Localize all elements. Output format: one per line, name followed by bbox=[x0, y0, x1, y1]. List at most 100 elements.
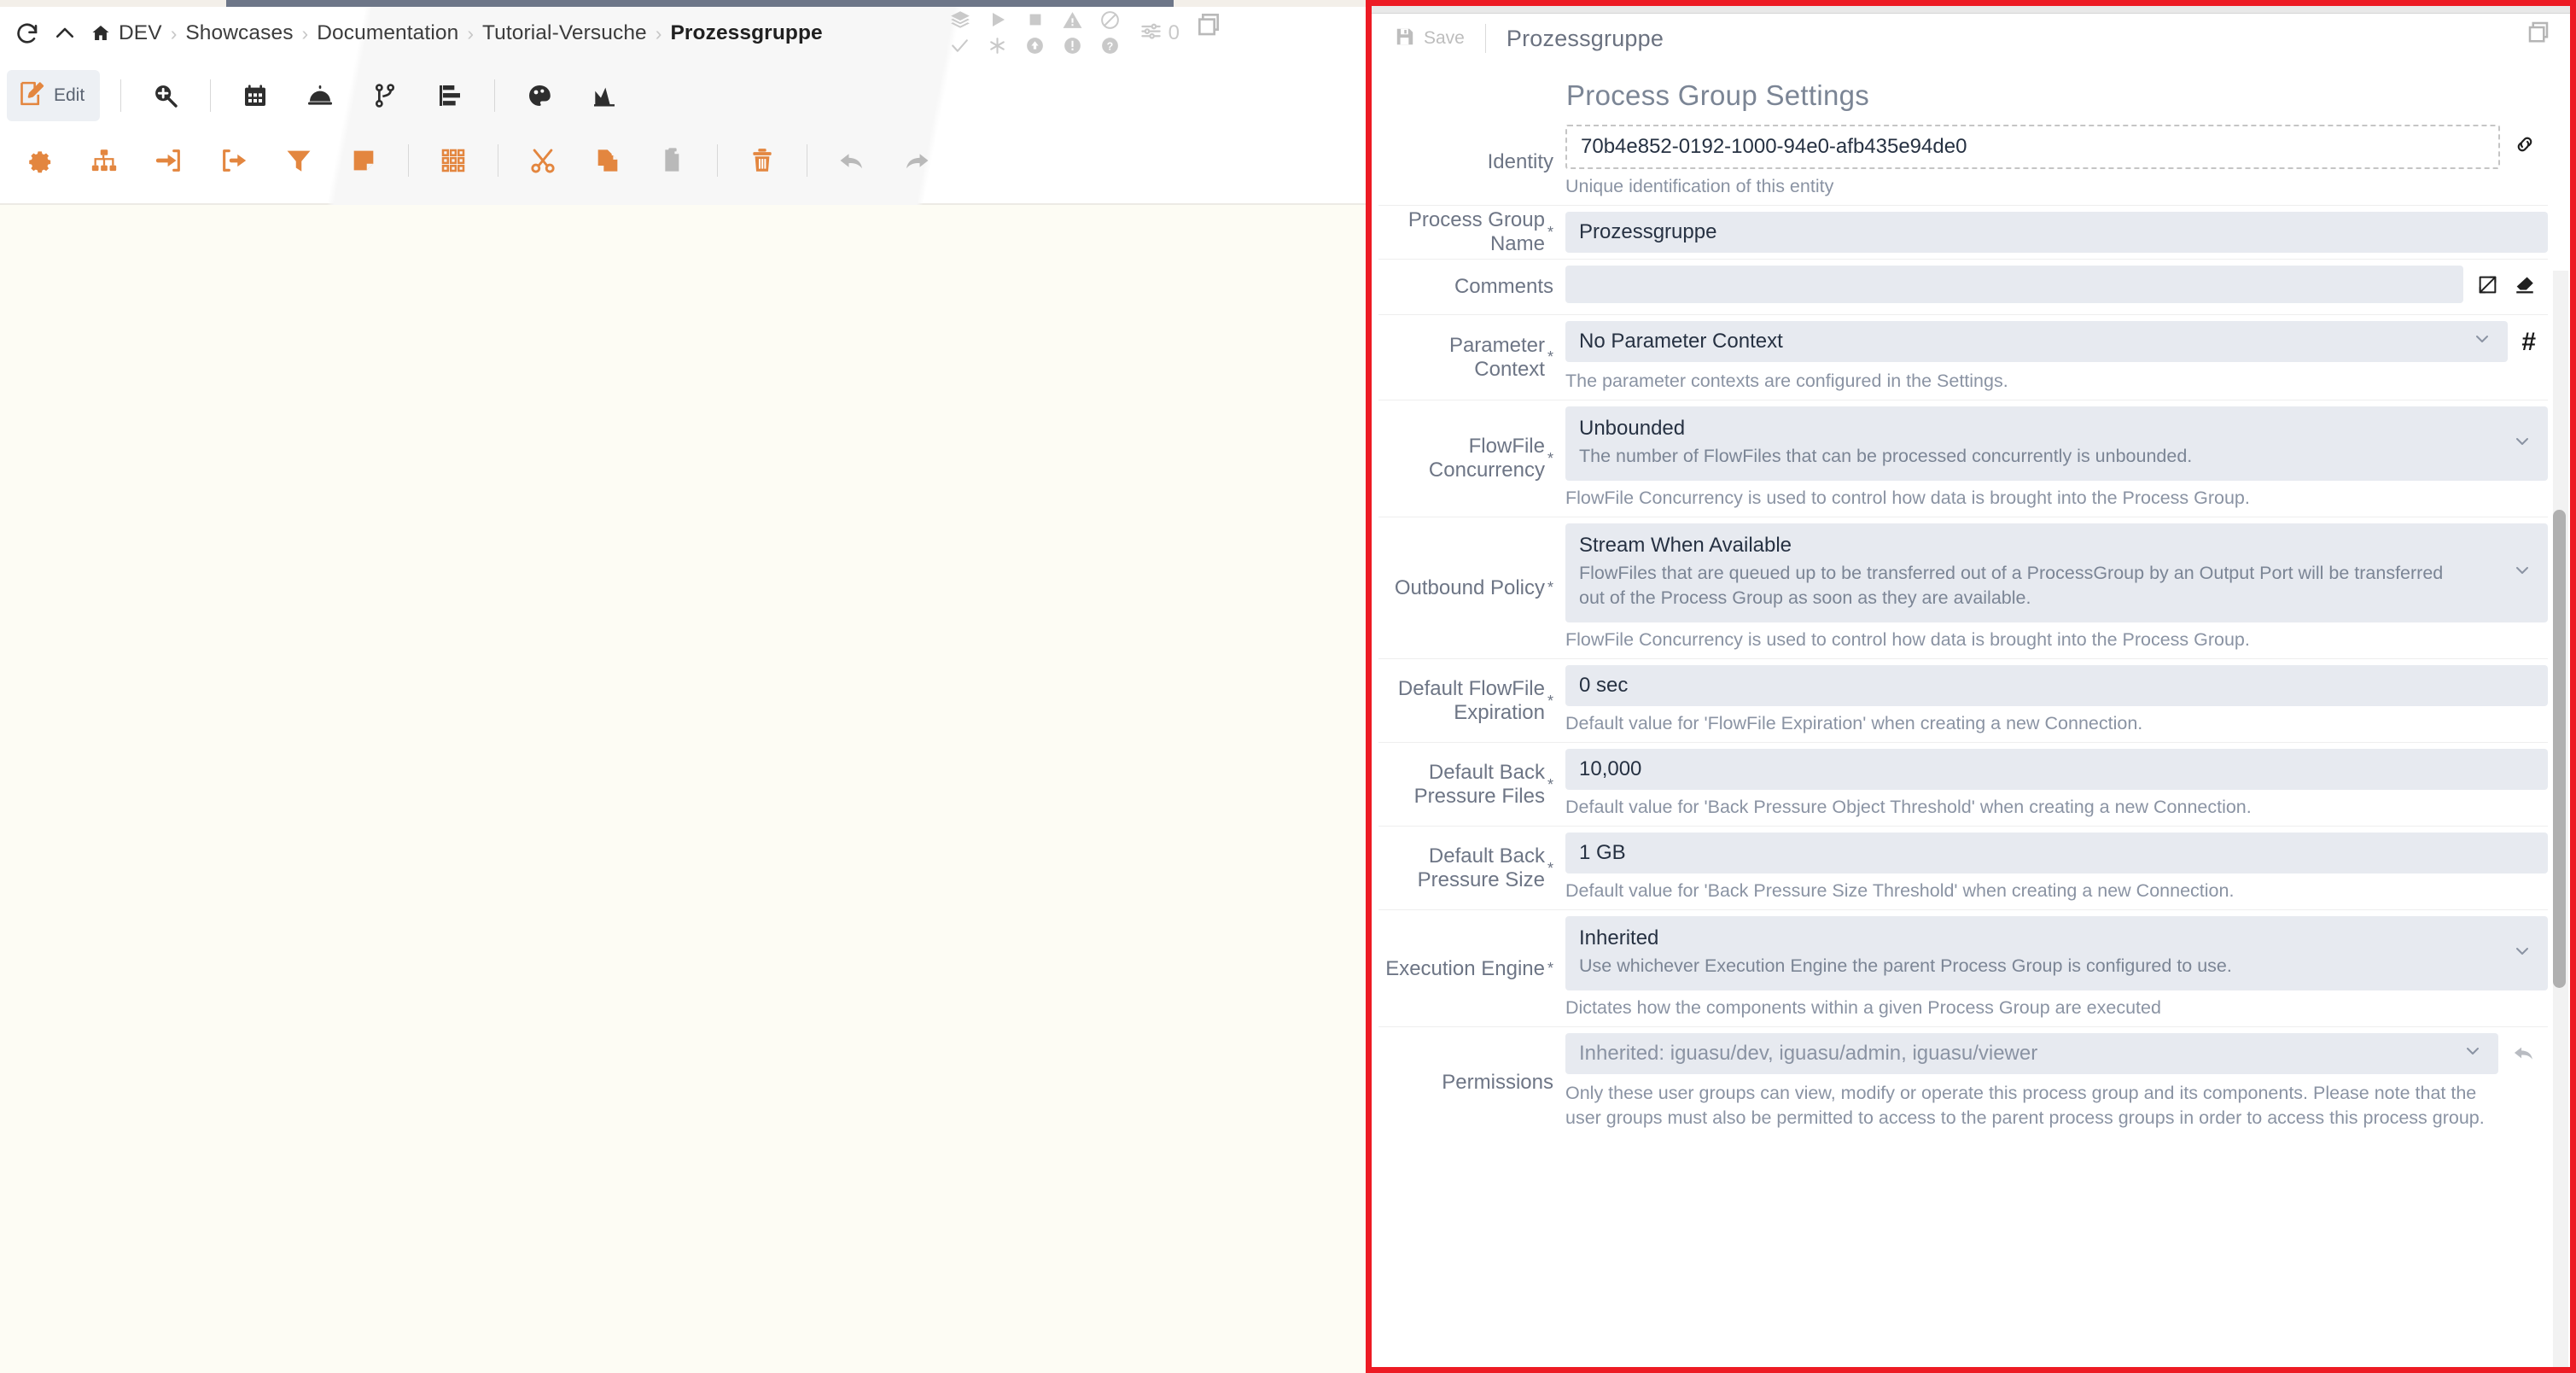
comments-label: Comments bbox=[1378, 260, 1565, 314]
stop-icon bbox=[1026, 10, 1045, 29]
form-row-execution-engine: Execution Engine* Inherited Use whicheve… bbox=[1378, 910, 2548, 1027]
chevron-down-icon bbox=[2462, 1041, 2483, 1067]
default-back-pressure-size-value: 1 GB bbox=[1579, 841, 1626, 865]
execution-engine-value: Inherited bbox=[1579, 926, 2534, 951]
link-icon[interactable] bbox=[2514, 133, 2536, 160]
flowfile-concurrency-select[interactable]: Unbounded The number of FlowFiles that c… bbox=[1565, 406, 2548, 481]
version-control-button[interactable] bbox=[353, 67, 417, 125]
dialog-scrollbar-track[interactable] bbox=[2553, 271, 2568, 1367]
expand-icon[interactable] bbox=[2477, 274, 2498, 300]
alert-icon bbox=[1062, 35, 1083, 56]
execution-engine-select[interactable]: Inherited Use whichever Execution Engine… bbox=[1565, 916, 2548, 990]
redo-button[interactable] bbox=[884, 131, 949, 190]
browser-active-tab[interactable] bbox=[226, 0, 1174, 7]
chevron-up-icon[interactable] bbox=[46, 15, 84, 52]
breadcrumb-item-current[interactable]: Prozessgruppe bbox=[670, 21, 822, 45]
default-back-pressure-size-input[interactable]: 1 GB bbox=[1565, 833, 2548, 873]
input-port-button[interactable] bbox=[137, 131, 201, 190]
output-port-button[interactable] bbox=[201, 131, 266, 190]
page-title: Process Group Settings bbox=[1566, 79, 1869, 112]
outbound-policy-label: Outbound Policy* bbox=[1378, 517, 1565, 658]
disabled-icon bbox=[1099, 9, 1121, 31]
outbound-policy-hint: FlowFile Concurrency is used to control … bbox=[1565, 628, 2548, 652]
breadcrumb-separator: › bbox=[467, 22, 474, 45]
question-icon: ? bbox=[1099, 35, 1121, 56]
scheduler-button[interactable] bbox=[223, 67, 288, 125]
zoom-in-button[interactable] bbox=[133, 67, 198, 125]
paste-button[interactable] bbox=[640, 131, 705, 190]
edit-button[interactable]: Edit bbox=[7, 70, 100, 121]
windows-icon[interactable] bbox=[1195, 10, 1222, 42]
outbound-policy-value-desc: FlowFiles that are queued up to be trans… bbox=[1579, 561, 2458, 611]
hash-icon[interactable]: # bbox=[2521, 330, 2536, 355]
save-button[interactable]: Save bbox=[1394, 26, 1465, 52]
eraser-icon[interactable] bbox=[2514, 274, 2536, 301]
outbound-policy-select[interactable]: Stream When Available FlowFiles that are… bbox=[1565, 523, 2548, 622]
undo-button[interactable] bbox=[819, 131, 884, 190]
breadcrumb-item-0[interactable]: DEV bbox=[119, 21, 162, 45]
breadcrumb-item-2[interactable]: Documentation bbox=[317, 21, 458, 45]
breadcrumb-row: DEV › Showcases › Documentation › Tutori… bbox=[0, 7, 823, 60]
permissions-hint: Only these user groups can view, modify … bbox=[1565, 1081, 2504, 1131]
flow-canvas-pane: DEV › Showcases › Documentation › Tutori… bbox=[0, 0, 1366, 1373]
palette-button[interactable] bbox=[507, 67, 572, 125]
identity-input[interactable]: 70b4e852-0192-1000-94e0-afb435e94de0 bbox=[1565, 125, 2500, 169]
form-row-parameter-context: Parameter Context* No Parameter Context bbox=[1378, 315, 2548, 400]
label-button[interactable] bbox=[331, 131, 396, 190]
refresh-icon[interactable] bbox=[9, 15, 46, 52]
dialog-body: Process Group Settings Identity 70b4e852… bbox=[1372, 66, 2570, 1367]
form-row-permissions: Permissions Inherited: iguasu/dev, iguas… bbox=[1378, 1027, 2548, 1136]
identity-hint: Unique identification of this entity bbox=[1565, 174, 2548, 199]
form-row-outbound-policy: Outbound Policy* Stream When Available F… bbox=[1378, 517, 2548, 659]
home-icon[interactable] bbox=[90, 23, 111, 44]
form-row-default-flowfile-expiration: Default FlowFile Expiration* 0 sec Defau… bbox=[1378, 659, 2548, 743]
permissions-value: Inherited: iguasu/dev, iguasu/admin, igu… bbox=[1579, 1042, 2037, 1066]
execution-engine-value-desc: Use whichever Execution Engine the paren… bbox=[1579, 954, 2441, 979]
funnel-button[interactable] bbox=[266, 131, 331, 190]
revert-arrow-icon[interactable] bbox=[2512, 1041, 2536, 1069]
processor-button[interactable] bbox=[7, 131, 72, 190]
hierarchy-button[interactable] bbox=[417, 67, 482, 125]
flowfile-concurrency-label: FlowFile Concurrency* bbox=[1378, 400, 1565, 517]
delete-button[interactable] bbox=[730, 131, 795, 190]
default-back-pressure-files-hint: Default value for 'Back Pressure Object … bbox=[1565, 795, 2548, 820]
grid-button[interactable] bbox=[421, 131, 486, 190]
identity-actions bbox=[2500, 125, 2548, 167]
default-back-pressure-files-label: Default Back Pressure Files* bbox=[1378, 743, 1565, 826]
stats-button[interactable] bbox=[572, 67, 637, 125]
process-group-button[interactable] bbox=[72, 131, 137, 190]
default-back-pressure-size-hint: Default value for 'Back Pressure Size Th… bbox=[1565, 879, 2548, 903]
default-flowfile-expiration-input[interactable]: 0 sec bbox=[1565, 665, 2548, 706]
svg-text:?: ? bbox=[1107, 40, 1114, 52]
identity-value: 70b4e852-0192-1000-94e0-afb435e94de0 bbox=[1581, 135, 1967, 159]
comments-input[interactable] bbox=[1565, 266, 2463, 303]
cut-button[interactable] bbox=[510, 131, 575, 190]
toolbar-divider bbox=[494, 79, 495, 112]
breadcrumb-item-3[interactable]: Tutorial-Versuche bbox=[482, 21, 647, 45]
service-button[interactable] bbox=[288, 67, 353, 125]
chevron-down-icon bbox=[2512, 560, 2532, 587]
canvas-toolbar-row-1: Edit bbox=[7, 63, 637, 128]
toolbar-divider bbox=[717, 144, 718, 177]
sliders-icon bbox=[1139, 19, 1163, 48]
chevron-down-icon bbox=[2512, 940, 2532, 967]
breadcrumb-item-1[interactable]: Showcases bbox=[185, 21, 293, 45]
chevron-down-icon bbox=[2472, 329, 2492, 355]
form-row-flowfile-concurrency: FlowFile Concurrency* Unbounded The numb… bbox=[1378, 400, 2548, 517]
breadcrumb-separator: › bbox=[656, 22, 662, 45]
parameter-context-select[interactable]: No Parameter Context bbox=[1565, 321, 2508, 362]
permissions-select[interactable]: Inherited: iguasu/dev, iguasu/admin, igu… bbox=[1565, 1033, 2498, 1074]
chevron-down-icon bbox=[2512, 430, 2532, 457]
copy-button[interactable] bbox=[575, 131, 640, 190]
save-icon bbox=[1394, 26, 1416, 52]
breadcrumb-separator: › bbox=[302, 22, 309, 45]
check-icon bbox=[949, 35, 970, 56]
process-group-name-input[interactable]: Prozessgruppe bbox=[1565, 212, 2548, 253]
dialog-scrollbar-thumb[interactable] bbox=[2553, 510, 2566, 988]
execution-engine-label: Execution Engine* bbox=[1378, 910, 1565, 1026]
dialog-top-strip bbox=[1372, 6, 2570, 14]
permissions-actions bbox=[2498, 1033, 2548, 1076]
window-icon[interactable] bbox=[2526, 19, 2551, 49]
default-back-pressure-files-input[interactable]: 10,000 bbox=[1565, 749, 2548, 790]
queued-count: 0 bbox=[1169, 21, 1180, 45]
